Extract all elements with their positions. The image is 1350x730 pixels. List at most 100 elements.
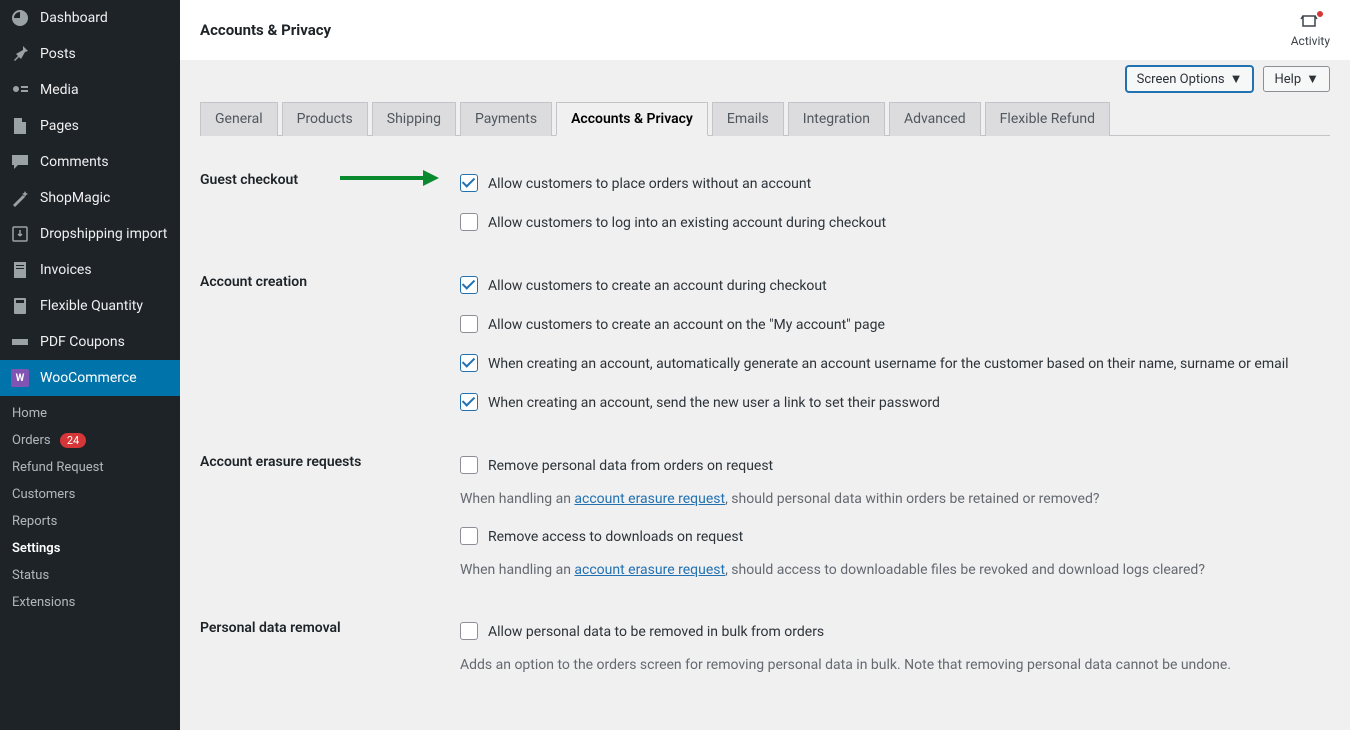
sidebar-item-woocommerce[interactable]: W WooCommerce [0, 360, 180, 396]
media-icon [10, 80, 30, 100]
checkbox-remove-downloads[interactable] [460, 527, 478, 545]
settings-form: Guest checkout Allow customers to place … [200, 160, 1330, 703]
orders-badge: 24 [60, 433, 86, 448]
page-icon [10, 116, 30, 136]
label-login-checkout: Allow customers to log into an existing … [488, 213, 886, 234]
tab-integration[interactable]: Integration [788, 102, 885, 136]
submenu-orders[interactable]: Orders 24 [0, 427, 180, 454]
submenu-settings[interactable]: Settings [0, 535, 180, 562]
woocommerce-icon: W [10, 368, 30, 388]
activity-icon [1300, 13, 1320, 34]
sidebar-item-media[interactable]: Media [0, 72, 180, 108]
sidebar-item-dashboard[interactable]: Dashboard [0, 0, 180, 36]
sidebar-label: Invoices [40, 261, 92, 279]
sidebar-label: WooCommerce [40, 369, 137, 387]
sidebar-label: Pages [40, 117, 79, 135]
screen-options-button[interactable]: Screen Options ▼ [1126, 66, 1254, 92]
activity-button[interactable]: Activity [1291, 13, 1330, 48]
tab-accounts-privacy[interactable]: Accounts & Privacy [556, 102, 708, 136]
sidebar-label: Comments [40, 153, 109, 171]
tab-flexible-refund[interactable]: Flexible Refund [985, 102, 1110, 136]
sidebar-label: Dropshipping import [40, 225, 167, 243]
label-auto-username: When creating an account, automatically … [488, 354, 1289, 375]
sidebar-item-posts[interactable]: Posts [0, 36, 180, 72]
sidebar-item-shopmagic[interactable]: ShopMagic [0, 180, 180, 216]
desc-remove-downloads: When handling an account erasure request… [460, 562, 1320, 594]
woocommerce-submenu: Home Orders 24 Refund Request Customers … [0, 396, 180, 624]
desc-remove-order-data: When handling an account erasure request… [460, 491, 1320, 523]
tab-products[interactable]: Products [282, 102, 368, 136]
sidebar-label: Flexible Quantity [40, 297, 143, 315]
sidebar-item-flexqty[interactable]: Flexible Quantity [0, 288, 180, 324]
admin-sidebar: Dashboard Posts Media Pages Comments Sho… [0, 0, 180, 730]
checkbox-login-checkout[interactable] [460, 213, 478, 231]
label-create-checkout: Allow customers to create an account dur… [488, 276, 827, 297]
activity-label: Activity [1291, 34, 1330, 48]
wand-icon [10, 188, 30, 208]
caret-down-icon: ▼ [1306, 71, 1319, 87]
annotation-arrow-head [423, 170, 439, 186]
settings-content: General Products Shipping Payments Accou… [180, 92, 1350, 730]
sidebar-label: ShopMagic [40, 189, 110, 207]
tab-advanced[interactable]: Advanced [889, 102, 981, 136]
dashboard-icon [10, 8, 30, 28]
import-icon [10, 224, 30, 244]
page-title: Accounts & Privacy [200, 21, 331, 39]
help-label: Help [1274, 72, 1301, 87]
checkbox-remove-order-data[interactable] [460, 456, 478, 474]
submenu-refund[interactable]: Refund Request [0, 454, 180, 481]
main-content: Accounts & Privacy Activity Screen Optio… [180, 0, 1350, 730]
sidebar-label: Dashboard [40, 9, 108, 27]
guest-checkout-heading: Guest checkout [200, 160, 460, 262]
settings-tabs: General Products Shipping Payments Accou… [200, 102, 1330, 136]
checkbox-guest-orders[interactable] [460, 174, 478, 192]
submenu-extensions[interactable]: Extensions [0, 589, 180, 616]
calculator-icon [10, 296, 30, 316]
tab-shipping[interactable]: Shipping [372, 102, 456, 136]
submenu-status[interactable]: Status [0, 562, 180, 589]
checkbox-auto-username[interactable] [460, 354, 478, 372]
sidebar-item-comments[interactable]: Comments [0, 144, 180, 180]
link-erasure-request-1[interactable]: account erasure request [574, 491, 725, 507]
caret-down-icon: ▼ [1230, 71, 1243, 87]
options-row: Screen Options ▼ Help ▼ [180, 60, 1350, 92]
sidebar-item-pages[interactable]: Pages [0, 108, 180, 144]
sidebar-item-pdfcoupons[interactable]: PDF Coupons [0, 324, 180, 360]
submenu-label: Orders [12, 433, 51, 448]
pin-icon [10, 44, 30, 64]
label-create-myaccount: Allow customers to create an account on … [488, 315, 885, 336]
annotation-arrow [340, 176, 425, 180]
tab-general[interactable]: General [200, 102, 278, 136]
label-bulk-removal: Allow personal data to be removed in bul… [488, 622, 824, 643]
erasure-heading: Account erasure requests [200, 442, 460, 608]
checkbox-password-link[interactable] [460, 393, 478, 411]
submenu-customers[interactable]: Customers [0, 481, 180, 508]
screen-options-label: Screen Options [1137, 72, 1225, 87]
sidebar-label: Posts [40, 45, 76, 63]
label-password-link: When creating an account, send the new u… [488, 393, 940, 414]
sidebar-item-invoices[interactable]: Invoices [0, 252, 180, 288]
label-remove-downloads: Remove access to downloads on request [488, 527, 743, 548]
label-remove-order-data: Remove personal data from orders on requ… [488, 456, 773, 477]
removal-heading: Personal data removal [200, 608, 460, 703]
coupon-icon [10, 332, 30, 352]
checkbox-bulk-removal[interactable] [460, 622, 478, 640]
checkbox-create-myaccount[interactable] [460, 315, 478, 333]
comment-icon [10, 152, 30, 172]
account-creation-heading: Account creation [200, 262, 460, 442]
tab-payments[interactable]: Payments [460, 102, 552, 136]
submenu-reports[interactable]: Reports [0, 508, 180, 535]
submenu-home[interactable]: Home [0, 400, 180, 427]
top-bar: Accounts & Privacy Activity [180, 0, 1350, 60]
desc-bulk-removal: Adds an option to the orders screen for … [460, 657, 1320, 689]
sidebar-label: PDF Coupons [40, 333, 125, 351]
tab-emails[interactable]: Emails [712, 102, 784, 136]
label-guest-orders: Allow customers to place orders without … [488, 174, 811, 195]
sidebar-label: Media [40, 81, 79, 99]
checkbox-create-checkout[interactable] [460, 276, 478, 294]
link-erasure-request-2[interactable]: account erasure request [574, 562, 725, 578]
notification-dot [1317, 11, 1323, 17]
sidebar-item-dropshipping[interactable]: Dropshipping import [0, 216, 180, 252]
invoice-icon [10, 260, 30, 280]
help-button[interactable]: Help ▼ [1263, 66, 1330, 92]
